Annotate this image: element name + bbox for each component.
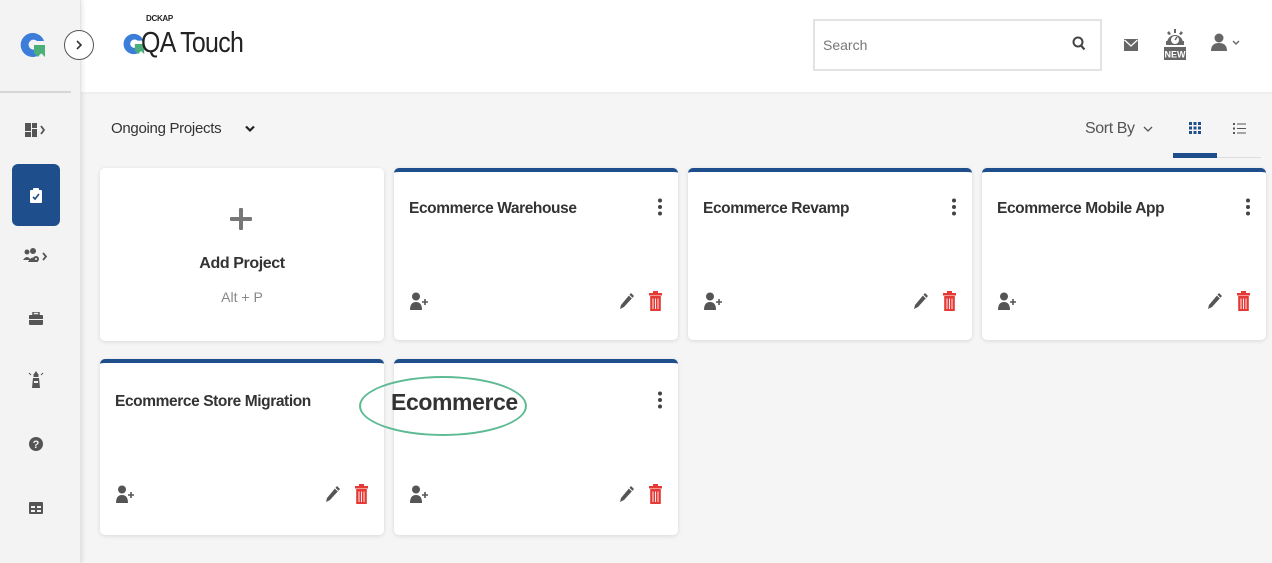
add-project-label: Add Project [199,255,285,272]
sidebar-item-projects[interactable] [12,164,60,226]
lighthouse-icon [28,371,44,388]
add-user-icon[interactable] [410,292,429,315]
new-badge-text: NEW [1165,50,1187,60]
main-content: Ongoing Projects Sort By Add Project Alt… [81,96,1272,563]
edit-icon[interactable] [619,292,635,315]
add-project-card[interactable]: Add Project Alt + P [100,168,384,341]
table-icon [29,502,43,514]
user-menu-icon[interactable] [1211,33,1243,56]
delete-icon[interactable] [649,291,662,316]
list-view-button[interactable] [1225,116,1253,140]
sidebar-item-reports[interactable] [12,484,60,532]
clipboard-check-icon [30,187,42,203]
qa-touch-logo-icon [20,32,45,57]
search-icon[interactable] [1072,36,1086,56]
svg-text:?: ? [33,439,40,451]
project-title[interactable]: Ecommerce Mobile App [997,200,1165,218]
project-card[interactable]: Ecommerce Mobile App [982,168,1266,340]
whats-new-icon[interactable]: NEW [1164,27,1186,66]
sidebar-item-jobs[interactable] [12,294,60,342]
active-view-indicator [1173,153,1217,158]
project-card[interactable]: Ecommerce [391,359,678,535]
project-card[interactable]: Ecommerce Warehouse [394,168,678,340]
chevron-down-icon [245,120,256,137]
project-title[interactable]: Ecommerce Revamp [703,200,850,218]
add-user-icon[interactable] [116,485,135,508]
more-options-icon[interactable] [658,198,662,221]
project-title[interactable]: Ecommerce Warehouse [409,200,577,218]
grid-view-button[interactable] [1181,116,1209,140]
grid-icon [1189,122,1201,134]
project-card[interactable]: Ecommerce Store Migration [100,359,384,535]
brand-company: DCKAP [146,14,173,23]
project-filter-dropdown[interactable]: Ongoing Projects [111,120,256,137]
briefcase-icon [29,311,43,325]
app-logo-mini[interactable] [20,32,46,58]
sidebar-divider [0,91,71,93]
more-options-icon[interactable] [952,198,956,221]
edit-icon[interactable] [325,485,341,508]
sidebar-item-users[interactable] [12,232,60,280]
more-options-icon[interactable] [1246,198,1250,221]
sidebar-item-help[interactable]: ? [12,420,60,468]
list-icon [1232,122,1246,134]
sort-by-label: Sort By [1085,120,1135,137]
help-icon: ? [29,437,43,451]
search-box [813,19,1102,71]
brand-name: QA Touch [141,27,244,59]
search-input[interactable] [815,21,1055,69]
add-user-icon[interactable] [410,485,429,508]
project-filter-label: Ongoing Projects [111,120,222,137]
project-title[interactable]: Ecommerce [391,389,518,416]
add-user-icon[interactable] [704,292,723,315]
delete-icon[interactable] [1237,291,1250,316]
add-project-shortcut: Alt + P [221,289,263,305]
plus-icon [230,208,252,235]
delete-icon[interactable] [649,484,662,509]
edit-icon[interactable] [913,292,929,315]
users-gear-icon [23,248,48,262]
mail-icon[interactable] [1124,38,1138,56]
more-options-icon[interactable] [658,391,662,414]
view-toggle [1173,112,1261,158]
add-user-icon[interactable] [998,292,1017,315]
project-title[interactable]: Ecommerce Store Migration [115,393,311,411]
sidebar-expand-button[interactable] [64,30,94,60]
edit-icon[interactable] [1207,292,1223,315]
delete-icon[interactable] [355,484,368,509]
header: DCKAP QA Touch NEW [81,0,1272,94]
delete-icon[interactable] [943,291,956,316]
sidebar-item-dashboard[interactable] [12,106,60,154]
chevron-down-icon [1143,120,1153,138]
project-card[interactable]: Ecommerce Revamp [688,168,972,340]
chevron-right-icon [76,40,83,50]
sort-by-dropdown[interactable]: Sort By [1085,120,1153,138]
dashboard-icon [25,123,46,137]
sidebar-item-lighthouse[interactable] [12,356,60,404]
sidebar: ? [0,0,81,563]
edit-icon[interactable] [619,485,635,508]
